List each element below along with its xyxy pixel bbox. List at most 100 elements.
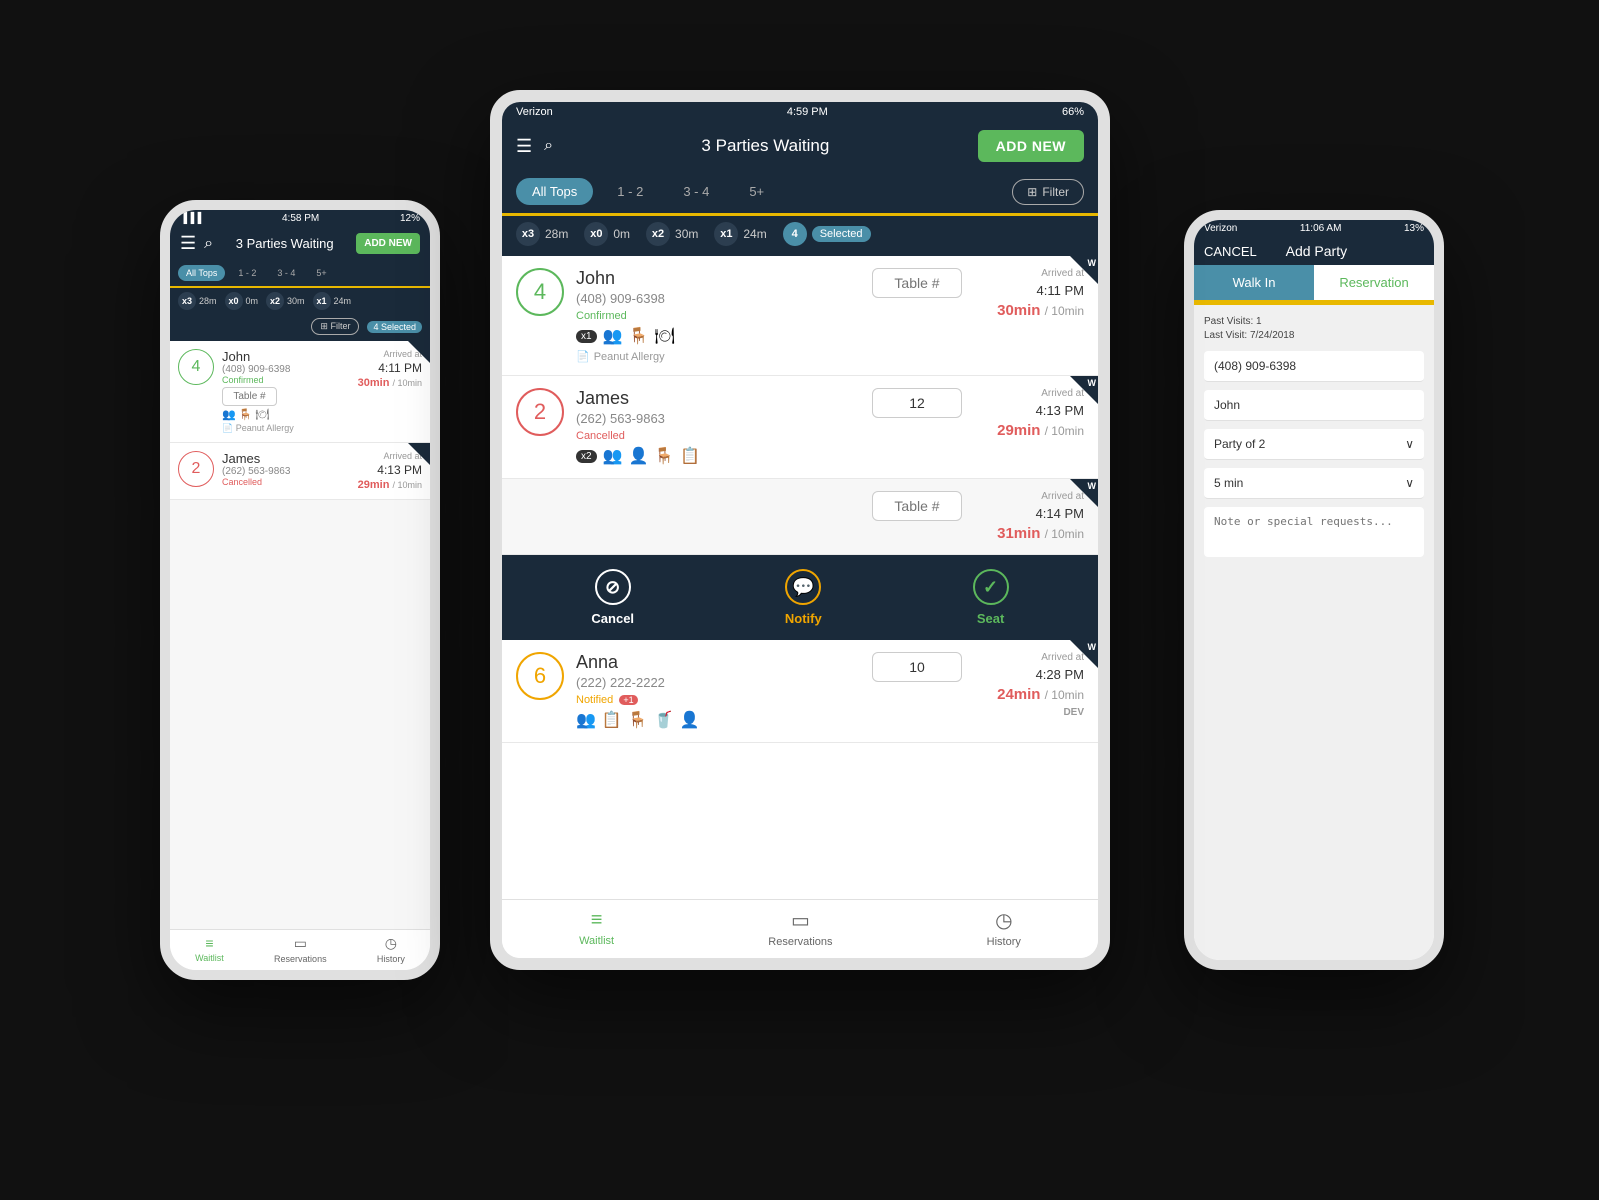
nav-waitlist[interactable]: ≡ Waitlist (579, 909, 614, 947)
party-size-select[interactable]: Party of 2 ∨ (1204, 429, 1424, 460)
left-filter-button[interactable]: ⊞ Filter (311, 318, 359, 335)
icon-group-james: 👥 (603, 446, 623, 466)
right-carrier: Verizon (1204, 223, 1237, 234)
left-nav-waitlist[interactable]: ≡ Waitlist (195, 935, 224, 964)
left-filter-3-4[interactable]: 3 - 4 (269, 265, 303, 281)
right-battery: 13% (1404, 223, 1424, 234)
info-anna: Anna (222) 222-2222 Notified +1 👥 📋 🪑 🥤 … (576, 652, 850, 730)
left-wait-item-james[interactable]: 2 James (262) 563-9863 Cancelled Arrived… (170, 443, 430, 500)
table-input-john[interactable] (872, 268, 962, 298)
tab-reservation[interactable]: Reservation (1314, 265, 1434, 300)
icon-chair-james: 🪑 (654, 446, 674, 466)
reservations-icon: ▭ (791, 908, 810, 933)
left-corner-w-2 (408, 443, 430, 465)
waitlist-icon: ≡ (591, 909, 603, 932)
left-info-john: John (408) 909-6398 Confirmed 👥 🪑 🍽 📄 Pe… (222, 349, 350, 434)
left-hamburger-icon[interactable]: ☰ (180, 233, 196, 254)
left-icon-people-john: 👥 (222, 408, 236, 421)
left-corner-w-1 (408, 341, 430, 363)
phone-field[interactable] (1204, 351, 1424, 382)
ipad-status-bar: Verizon 4:59 PM 66% (502, 102, 1098, 122)
ipad-time: 4:59 PM (787, 106, 828, 118)
icon-people-anna: 👤 (680, 710, 700, 730)
left-filter-bar: All Tops 1 - 2 3 - 4 5+ (170, 260, 430, 288)
left-history-icon: ◷ (385, 935, 397, 952)
stat-x3: x3 28m (516, 222, 568, 246)
search-icon[interactable]: ⌕ (544, 137, 553, 155)
wait-item-john[interactable]: W 4 John (408) 909-6398 Confirmed x1 👥 🪑… (502, 256, 1098, 376)
wait-time-select[interactable]: 5 min ∨ (1204, 468, 1424, 499)
icon-people-james: 👤 (628, 446, 648, 466)
left-signal: ▐▐▐ (180, 213, 201, 224)
tab-walkin[interactable]: Walk In (1194, 265, 1314, 300)
left-reservations-icon: ▭ (294, 935, 307, 952)
party-size-anna: 6 (516, 652, 564, 700)
note-field[interactable] (1204, 507, 1424, 557)
filter-tab-all-tops[interactable]: All Tops (516, 178, 593, 205)
swipe-notify-button[interactable]: 💬 Notify (785, 569, 822, 626)
filter-bar: All Tops 1 - 2 3 - 4 5+ ⊞ Filter (502, 170, 1098, 216)
stats-row: x3 28m x0 0m x2 30m x1 24m 4 Selected (502, 216, 1098, 256)
left-add-new-button[interactable]: ADD NEW (356, 233, 420, 254)
party-size-james: 2 (516, 388, 564, 436)
info-john: John (408) 909-6398 Confirmed x1 👥 🪑 🍽 📄… (576, 268, 850, 363)
swipe-actions-bar: ⊘ Cancel 💬 Notify ✓ Seat (502, 555, 1098, 640)
walkin-tabs: Walk In Reservation (1194, 265, 1434, 303)
left-party-size-james: 2 (178, 451, 214, 487)
filter-button[interactable]: ⊞ Filter (1012, 179, 1084, 205)
allergy-icon-john: 📄 (576, 350, 590, 363)
left-filter-1-2[interactable]: 1 - 2 (230, 265, 264, 281)
left-waitlist-icon: ≡ (205, 935, 213, 951)
icon-drink-anna: 🥤 (654, 710, 674, 730)
left-search-icon[interactable]: ⌕ (204, 235, 213, 253)
swipe-cancel-button[interactable]: ⊘ Cancel (591, 569, 634, 626)
filter-tab-1-2[interactable]: 1 - 2 (601, 178, 659, 205)
left-stat-3: x2 30m (266, 292, 305, 310)
add-party-form: Past Visits: 1 Last Visit: 7/24/2018 Par… (1194, 305, 1434, 960)
icon-chair-anna: 🪑 (628, 710, 648, 730)
left-title: 3 Parties Waiting (221, 236, 348, 251)
left-battery: 12% (400, 213, 420, 224)
stat-x0: x0 0m (584, 222, 630, 246)
stat-x1: x1 24m (714, 222, 766, 246)
left-wait-item-john[interactable]: 4 John (408) 909-6398 Confirmed 👥 🪑 🍽 📄 … (170, 341, 430, 443)
name-field[interactable] (1204, 390, 1424, 421)
filter-tab-5plus[interactable]: 5+ (733, 178, 780, 205)
left-filter-5plus[interactable]: 5+ (308, 265, 334, 281)
icon-table-john: 🍽 (654, 326, 674, 346)
wait-item-james[interactable]: W 2 James (262) 563-9863 Cancelled x2 👥 … (502, 376, 1098, 479)
icon-chair-john: 🪑 (628, 326, 648, 346)
history-icon: ◷ (995, 908, 1012, 933)
past-visits-info: Past Visits: 1 Last Visit: 7/24/2018 (1204, 315, 1424, 343)
left-waitlist: 4 John (408) 909-6398 Confirmed 👥 🪑 🍽 📄 … (170, 341, 430, 929)
right-iphone: Verizon 11:06 AM 13% CANCEL Add Party Wa… (1184, 210, 1444, 970)
main-ipad: Verizon 4:59 PM 66% ☰ ⌕ 3 Parties Waitin… (490, 90, 1110, 970)
ipad-carrier: Verizon (516, 106, 553, 118)
icon-group-john: 👥 (603, 326, 623, 346)
wait-item-swipe-container: W Arrived at 4:14 PM 31min / 10min (502, 479, 1098, 640)
left-table-john[interactable] (222, 387, 277, 406)
table-input-james[interactable] (872, 388, 962, 418)
wait-item-anna[interactable]: W 6 Anna (222) 222-2222 Notified +1 👥 📋 … (502, 640, 1098, 743)
table-input-swipe[interactable] (872, 491, 962, 521)
info-james: James (262) 563-9863 Cancelled x2 👥 👤 🪑 … (576, 388, 850, 466)
nav-reservations[interactable]: ▭ Reservations (768, 908, 832, 948)
badge-x2-james: x2 (576, 450, 597, 463)
stat-selected: 4 Selected (783, 222, 871, 246)
hamburger-icon[interactable]: ☰ (516, 136, 532, 157)
wait-right-james: Arrived at 4:13 PM 29min / 10min (984, 388, 1084, 439)
nav-history[interactable]: ◷ History (987, 908, 1021, 948)
swipe-seat-button[interactable]: ✓ Seat (973, 569, 1009, 626)
add-new-button[interactable]: ADD NEW (978, 130, 1084, 162)
wait-item-swipe[interactable]: W Arrived at 4:14 PM 31min / 10min (502, 479, 1098, 555)
page-title: 3 Parties Waiting (565, 136, 966, 156)
wait-right-swipe: Arrived at 4:14 PM 31min / 10min (984, 491, 1084, 542)
left-nav-history[interactable]: ◷ History (377, 935, 405, 964)
table-input-anna[interactable] (872, 652, 962, 682)
left-selected-badge: 4 Selected (367, 321, 422, 333)
left-filter-all-tops[interactable]: All Tops (178, 265, 225, 281)
left-header: ☰ ⌕ 3 Parties Waiting ADD NEW (170, 227, 430, 260)
right-cancel-button[interactable]: CANCEL (1204, 244, 1257, 259)
left-nav-reservations[interactable]: ▭ Reservations (274, 935, 327, 964)
filter-tab-3-4[interactable]: 3 - 4 (667, 178, 725, 205)
